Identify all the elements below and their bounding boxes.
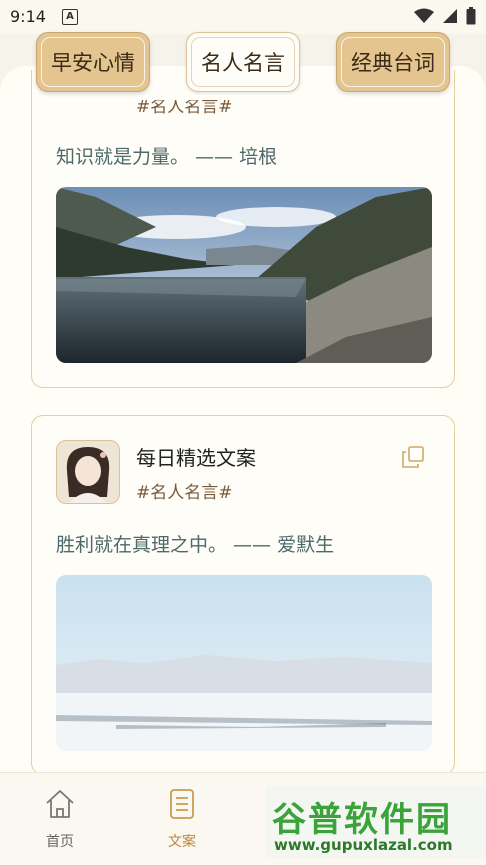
category-tabs: 早安心情 名人名言 经典台词 [0,32,486,94]
tab-label: 早安心情 [51,51,135,75]
quote-card[interactable]: #名人名言# 知识就是力量。 —— 培根 [31,40,455,388]
nav-copywriting[interactable]: 文案 [152,787,212,851]
status-icons [414,7,476,25]
avatar [56,440,120,504]
notification-icon: A [62,9,78,25]
status-bar: 9:14 A [0,0,486,34]
card-tag: #名人名言# [136,483,233,503]
watermark-main: 谷普软件园 [272,800,452,840]
quote-text: 胜利就在真理之中。 —— 爱默生 [56,534,335,556]
watermark-url: www.gupuxlazal.com [274,836,453,854]
card-tag: #名人名言# [136,97,233,117]
document-icon [170,789,194,819]
wifi-icon [414,8,434,23]
quote-text: 知识就是力量。 —— 培根 [56,146,278,168]
signal-icon [443,9,457,23]
nav-label: 首页 [46,834,74,850]
copy-icon[interactable] [402,446,424,468]
quote-card[interactable]: 每日精选文案 #名人名言# 胜利就在真理之中。 —— 爱默生 [31,415,455,775]
card-title: 每日精选文案 [136,446,256,470]
tab-label: 经典台词 [351,51,435,75]
snowy-plain-photo [56,575,432,751]
nav-home[interactable]: 首页 [30,787,90,851]
mountain-lake-photo [56,187,432,363]
battery-icon [466,7,476,25]
watermark-logo: 谷普软件园 www.gupuxlazal.com [266,786,486,858]
tab-classic-lines[interactable]: 经典台词 [336,32,450,92]
tab-morning-mood[interactable]: 早安心情 [36,32,150,92]
tab-label: 名人名言 [201,51,285,75]
status-time: 9:14 [10,7,46,26]
nav-label: 文案 [168,834,196,850]
tab-famous-quotes[interactable]: 名人名言 [186,32,300,92]
home-icon [46,790,74,818]
